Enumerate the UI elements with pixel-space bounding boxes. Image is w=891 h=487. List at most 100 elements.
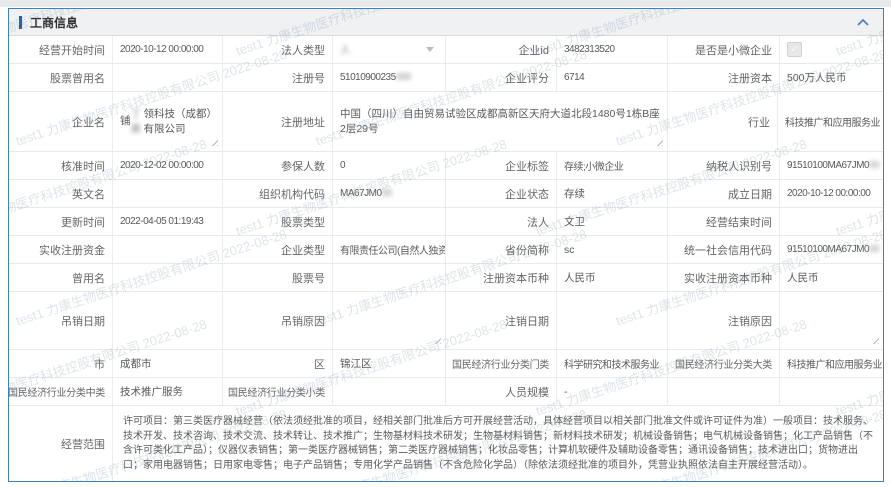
field-label: 国民经济行业分类门类 bbox=[452, 356, 549, 371]
label-registration-number: 注册号 bbox=[223, 64, 333, 91]
business-info-panel: 工商信息 经营开始时间2020-10-12 00:00:00法人类型人企业id3… bbox=[8, 8, 884, 482]
field-label: 企业状态 bbox=[505, 186, 549, 202]
is-small-micro-enterprise-checkbox[interactable]: ✓ bbox=[787, 42, 802, 57]
field-label: 曾用名 bbox=[72, 270, 105, 286]
value-enterprise-name[interactable]: 铺丁美领科技（成都）有限公司 bbox=[113, 92, 223, 151]
label-enterprise-score: 企业评分 bbox=[446, 64, 557, 91]
redacted-value: 00 bbox=[382, 188, 392, 199]
label-nec-industry-middle-class: 国民经济行业分类中类 bbox=[9, 378, 113, 405]
field-label: 人员规模 bbox=[505, 384, 549, 400]
redacted-value: 丁美 bbox=[131, 107, 144, 137]
label-org-code: 组织机构代码 bbox=[223, 180, 333, 207]
value-is-small-micro-enterprise: ✓ bbox=[780, 36, 883, 63]
label-is-small-micro-enterprise: 是否是小微企业 bbox=[668, 36, 780, 63]
value-staff-size: - bbox=[557, 378, 668, 405]
field-value: 存续 bbox=[564, 186, 585, 201]
label-industry: 行业 bbox=[668, 92, 778, 151]
field-label: 成立日期 bbox=[728, 186, 772, 202]
field-value: 存续;小微企业 bbox=[564, 158, 623, 173]
field-label: 法人 bbox=[527, 214, 549, 230]
label-nec-industry-small-class: 国民经济行业分类小类 bbox=[223, 378, 333, 405]
label-registered-address: 注册地址 bbox=[223, 92, 333, 151]
label-revoke-reason: 吊销原因 bbox=[223, 292, 333, 349]
collapse-chevron-up-icon[interactable] bbox=[853, 17, 873, 28]
label-stock-code: 股票号 bbox=[223, 264, 333, 291]
field-value: 科技推广和应用服务业 bbox=[787, 356, 882, 371]
field-value: 许可项目：第三类医疗器械经营（依法须经批准的项目，经相关部门批准后方可开展经营活… bbox=[123, 415, 873, 473]
label-business-scope: 经营范围 bbox=[9, 406, 113, 482]
label-enterprise-id: 企业id bbox=[446, 36, 557, 63]
field-label: 纳税人识别号 bbox=[706, 158, 772, 174]
field-value: 科技推广和应用服务业 bbox=[785, 114, 880, 129]
value-registered-capital-currency: 人民币 bbox=[557, 264, 668, 291]
field-value: 91510100MA67JM0 bbox=[787, 160, 869, 171]
field-value: 3482313520 bbox=[564, 44, 615, 55]
field-value: 有限责任公司(自然人独资) bbox=[340, 242, 446, 257]
resize-handle-icon[interactable] bbox=[655, 138, 663, 146]
field-label: 经营开始时间 bbox=[39, 42, 105, 58]
info-row: 经营范围许可项目：第三类医疗器械经营（依法须经批准的项目，经相关部门批准后方可开… bbox=[9, 406, 883, 482]
label-enterprise-type: 企业类型 bbox=[223, 236, 333, 263]
value-stock-type bbox=[333, 208, 446, 235]
label-taxpayer-id: 纳税人识别号 bbox=[668, 152, 780, 179]
redacted-value: 00 bbox=[869, 160, 879, 171]
info-grid: 经营开始时间 2020-10-12 00:00:00法人类型人企业id 348231… bbox=[9, 36, 883, 482]
resize-handle-icon[interactable] bbox=[433, 336, 441, 344]
value-province-abbr: sc bbox=[557, 236, 668, 263]
value-approval-date: 2020-12-02 00:00:00 bbox=[113, 152, 223, 179]
field-value: 500万人民币 bbox=[787, 70, 847, 85]
field-label: 注销原因 bbox=[728, 313, 772, 329]
field-value: 锦江区 bbox=[340, 356, 372, 371]
field-value: 成都市 bbox=[120, 356, 152, 371]
label-legal-person: 法人 bbox=[446, 208, 557, 235]
value-revoke-reason[interactable] bbox=[333, 292, 446, 349]
label-establish-date: 成立日期 bbox=[668, 180, 780, 207]
field-label: 股票类型 bbox=[281, 214, 325, 230]
value-org-code: MA67JM000 bbox=[333, 180, 446, 207]
label-insured-count: 参保人数 bbox=[223, 152, 333, 179]
caret-down-icon bbox=[426, 47, 434, 52]
label-update-time: 更新时间 bbox=[9, 208, 113, 235]
field-label: 英文名 bbox=[72, 186, 105, 202]
field-label: 经营结束时间 bbox=[706, 214, 772, 230]
value-revoke-date bbox=[113, 292, 223, 349]
value-registered-address[interactable]: 中国（四川）自由贸易试验区成都高新区天府大道北段1480号1栋B座2层29号 bbox=[333, 92, 668, 151]
field-label: 国民经济行业分类中类 bbox=[9, 384, 105, 399]
info-row: 国民经济行业分类中类技术推广服务 国民经济行业分类小类 人员规模 - bbox=[9, 378, 883, 406]
field-label: 企业类型 bbox=[281, 242, 325, 258]
value-district: 锦江区 bbox=[333, 350, 446, 377]
label-legal-person-type: 法人类型 bbox=[223, 36, 333, 63]
field-label: 股票号 bbox=[292, 270, 325, 286]
value-business-end-time bbox=[780, 208, 883, 235]
label-unified-social-credit-code: 统一社会信用代码 bbox=[668, 236, 780, 263]
label-enterprise-tags: 企业标签 bbox=[446, 152, 557, 179]
value-blank bbox=[780, 378, 883, 405]
value-cancel-reason[interactable] bbox=[780, 292, 883, 349]
info-row: 股票曾用名注册号51010900235000企业评分6714注册资本500万人民… bbox=[9, 64, 883, 92]
value-nec-industry-small-class bbox=[333, 378, 446, 405]
info-row: 市成都市区锦江区国民经济行业分类门类科学研究和技术服务业国民经济行业分类大类科技… bbox=[9, 350, 883, 378]
field-label: 股票曾用名 bbox=[50, 70, 105, 86]
value-city: 成都市 bbox=[113, 350, 223, 377]
field-value: 51010900235 bbox=[340, 72, 396, 83]
label-business-start-time: 经营开始时间 bbox=[9, 36, 113, 63]
resize-handle-icon[interactable] bbox=[871, 336, 879, 344]
value-taxpayer-id: 91510100MA67JM000 bbox=[780, 152, 883, 179]
info-row: 经营开始时间 2020-10-12 00:00:00法人类型人企业id 348231… bbox=[9, 36, 883, 64]
field-label: 是否是小微企业 bbox=[695, 42, 772, 58]
info-row: 曾用名股票号注册资本币种人民币实收注册资本币种人民币 bbox=[9, 264, 883, 292]
info-row: 核准时间2020-12-02 00:00:00参保人数0企业标签存续;小微企业纳… bbox=[9, 152, 883, 180]
field-value: 技术推广服务 bbox=[120, 384, 183, 399]
field-label: 核准时间 bbox=[61, 158, 105, 174]
field-label: 注册资本 bbox=[728, 70, 772, 86]
value-business-start-time: 2020-10-12 00:00:00 bbox=[113, 36, 223, 63]
value-registration-number: 51010900235000 bbox=[333, 64, 446, 91]
legal-person-type-select[interactable]: 人 bbox=[333, 36, 446, 63]
field-value: - bbox=[564, 386, 568, 398]
field-label: 统一社会信用代码 bbox=[684, 242, 772, 258]
field-label: 国民经济行业分类小类 bbox=[228, 384, 325, 399]
value-nec-industry-middle-class: 技术推广服务 bbox=[113, 378, 223, 405]
label-staff-size: 人员规模 bbox=[446, 378, 557, 405]
resize-handle-icon[interactable] bbox=[210, 138, 218, 146]
value-unified-social-credit-code: 91510100MA67JM000 bbox=[780, 236, 883, 263]
